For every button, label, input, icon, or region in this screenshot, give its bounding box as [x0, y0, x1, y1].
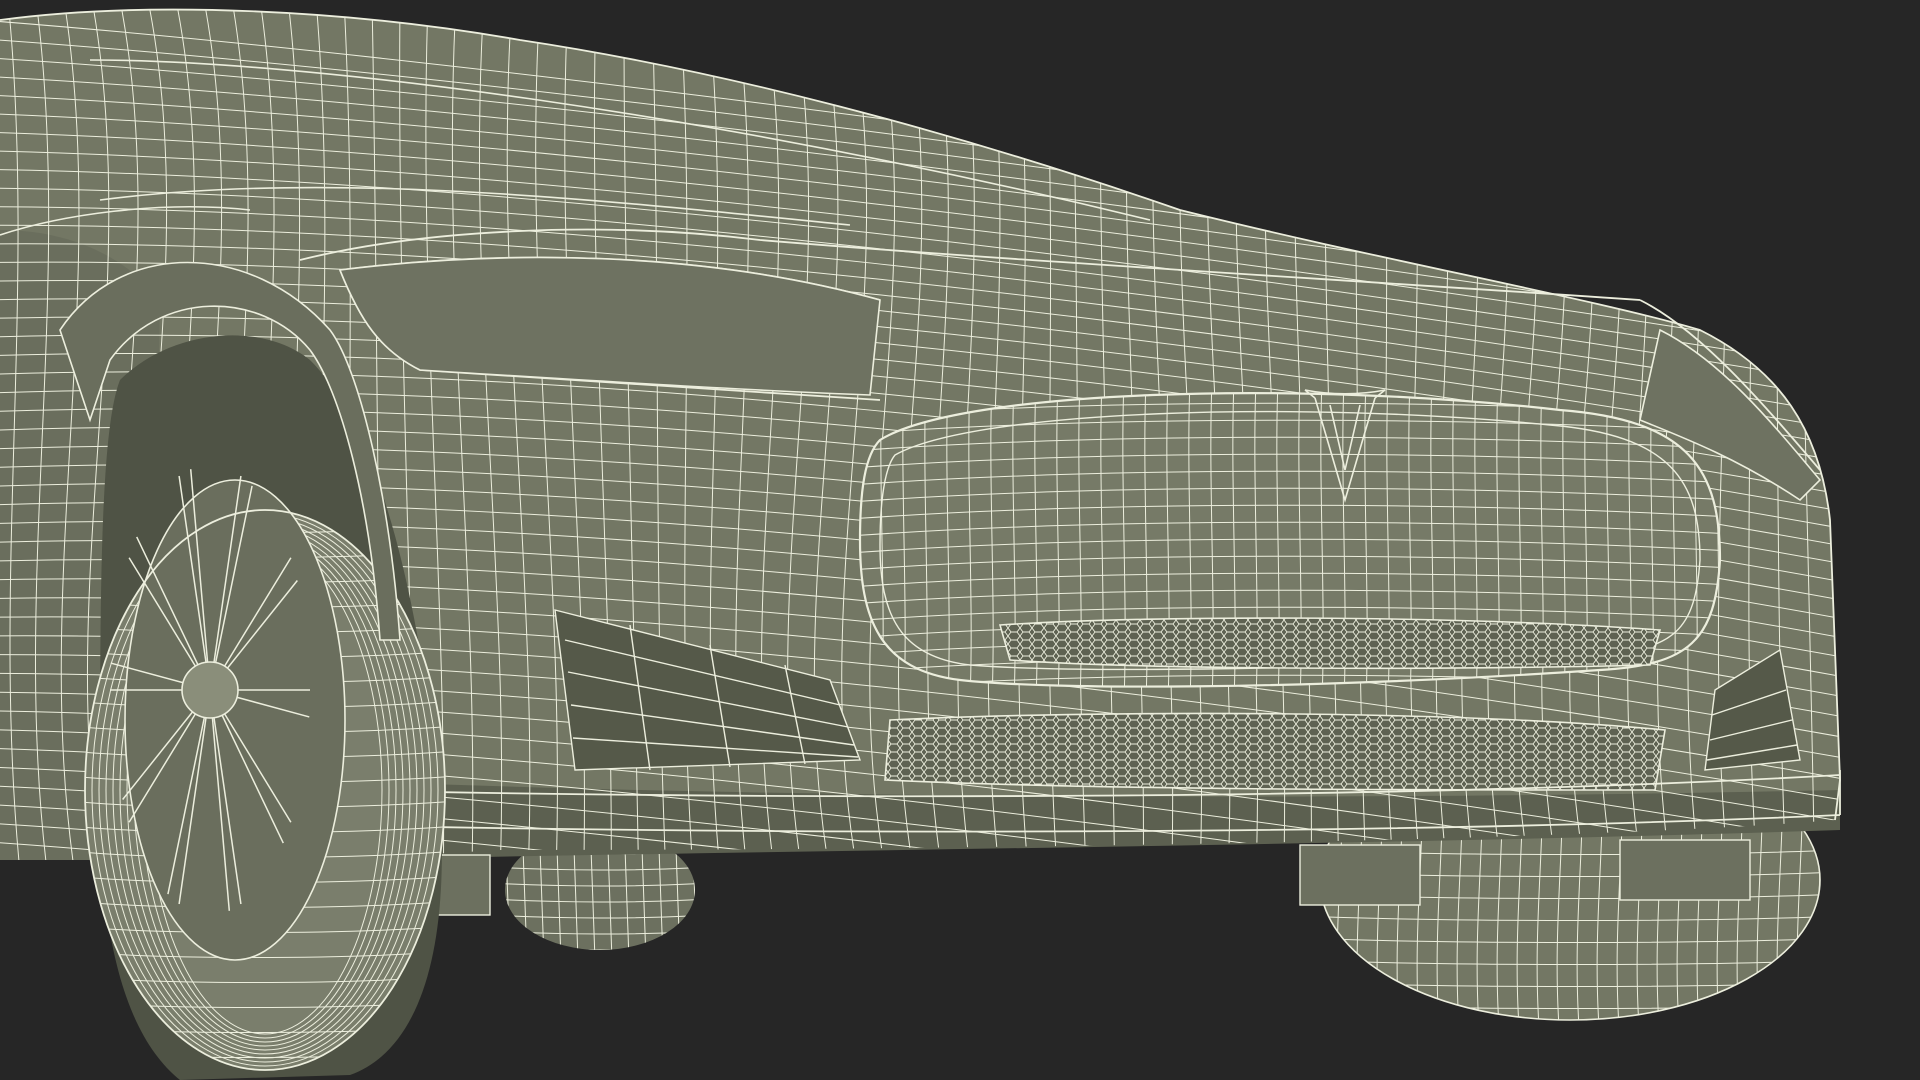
upper-grille-mesh: [998, 617, 1662, 670]
wireframe-car-render: [0, 8, 1841, 1080]
lower-grille-mesh: [884, 712, 1666, 791]
render-viewport: [0, 0, 1920, 1080]
